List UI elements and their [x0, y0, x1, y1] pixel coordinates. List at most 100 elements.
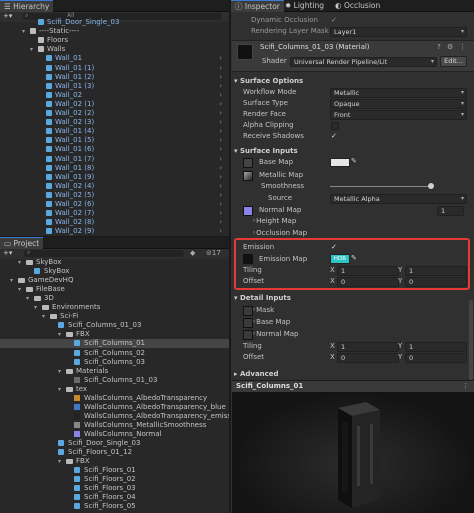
detail-tiling-x-input[interactable]: 1 — [337, 342, 399, 352]
foldout-arrow-icon[interactable]: ▾ — [58, 457, 64, 466]
foldout-arrow-icon[interactable]: ▾ — [10, 276, 16, 285]
hierarchy-row[interactable]: Wall_02 (8) › — [0, 218, 229, 227]
detail-offset-y-input[interactable]: 0 — [405, 353, 467, 363]
hierarchy-row[interactable]: Wall_02 › — [0, 91, 229, 100]
project-row[interactable]: Scifi_Columns_01_03 — [0, 376, 229, 385]
chevron-right-icon[interactable]: › — [219, 218, 222, 227]
foldout-arrow-icon[interactable]: ▾ — [18, 258, 24, 267]
chevron-right-icon[interactable]: › — [219, 182, 222, 191]
inspector-scrollbar[interactable] — [469, 300, 473, 380]
chevron-right-icon[interactable]: › — [219, 136, 222, 145]
chevron-right-icon[interactable]: › — [219, 82, 222, 91]
hierarchy-row[interactable]: Wall_02 (4) › — [0, 182, 229, 191]
model-preview-viewport[interactable] — [232, 392, 474, 513]
project-row[interactable]: Scifi_Floors_02 — [0, 475, 229, 484]
hierarchy-row[interactable]: Wall_02 (3) › — [0, 118, 229, 127]
chevron-right-icon[interactable]: › — [219, 127, 222, 136]
visibility-count[interactable]: ⊘17 — [206, 249, 221, 257]
hierarchy-row[interactable]: Wall_02 (5) › — [0, 191, 229, 200]
project-row[interactable]: Scifi_Floors_05 — [0, 502, 229, 511]
project-search-input[interactable]: ⌕ — [24, 249, 184, 257]
hierarchy-row[interactable]: Scifi_Door_Single_03 — [0, 18, 229, 27]
hierarchy-row[interactable]: Wall_02 (6) › — [0, 200, 229, 209]
chevron-right-icon[interactable]: › — [219, 164, 222, 173]
chevron-right-icon[interactable]: › — [219, 54, 222, 63]
hierarchy-row[interactable]: Floors — [0, 36, 229, 45]
project-row[interactable]: Scifi_Floors_03 — [0, 484, 229, 493]
smoothness-slider-handle[interactable] — [428, 183, 434, 189]
foldout-arrow-icon[interactable]: ▾ — [58, 385, 64, 394]
chevron-right-icon[interactable]: › — [219, 227, 222, 236]
normal-map-slot[interactable] — [243, 206, 253, 216]
chevron-right-icon[interactable]: › — [219, 109, 222, 118]
surface-inputs-header[interactable]: ▾ Surface Inputs — [234, 146, 466, 156]
chevron-right-icon[interactable]: › — [219, 100, 222, 109]
more-icon[interactable]: ⋮ — [459, 43, 466, 51]
project-row[interactable]: ▾ Sci-Fi — [0, 312, 229, 321]
project-row[interactable]: Scifi_Floors_01 — [0, 466, 229, 475]
tab-project[interactable]: ▭ Project — [0, 237, 44, 249]
hierarchy-row[interactable]: Wall_01 › — [0, 54, 229, 63]
shader-dropdown[interactable]: Universal Render Pipeline/Lit — [290, 57, 437, 67]
base-map-slot[interactable] — [243, 158, 253, 168]
project-row[interactable]: WallsColumns_AlbedoTransparency_emission — [0, 412, 229, 421]
foldout-arrow-icon[interactable]: ▾ — [42, 312, 48, 321]
project-row[interactable]: ▾ GameDevHQ — [0, 276, 229, 285]
project-row[interactable]: Scifi_Columns_01_03 — [0, 321, 229, 330]
chevron-right-icon[interactable]: › — [219, 209, 222, 218]
foldout-arrow-icon[interactable]: ▾ — [58, 330, 64, 339]
more-icon[interactable]: ⋮ — [462, 382, 469, 390]
hierarchy-row[interactable]: Wall_01 (4) › — [0, 127, 229, 136]
project-row[interactable]: SkyBox — [0, 267, 229, 276]
help-icon[interactable]: ? — [437, 43, 441, 51]
dynamic-occlusion-checkbox[interactable]: ✓ — [331, 17, 337, 24]
workflow-mode-dropdown[interactable]: Metallic — [330, 88, 467, 98]
tab-lighting[interactable]: ✹ Lighting — [281, 0, 328, 11]
surface-options-header[interactable]: ▾ Surface Options — [234, 76, 466, 86]
hierarchy-row[interactable]: Wall_01 (5) › — [0, 136, 229, 145]
foldout-arrow-icon[interactable]: ▾ — [22, 27, 28, 36]
project-row[interactable]: ▾ FileBase — [0, 285, 229, 294]
hierarchy-row[interactable]: Wall_02 (1) › — [0, 100, 229, 109]
source-dropdown[interactable]: Metallic Alpha — [330, 194, 467, 204]
hierarchy-row[interactable]: Wall_01 (3) › — [0, 82, 229, 91]
hierarchy-row[interactable]: Wall_01 (2) › — [0, 73, 229, 82]
settings-icon[interactable]: ⚙ — [447, 43, 453, 51]
chevron-right-icon[interactable]: › — [219, 64, 222, 73]
metallic-map-slot[interactable] — [243, 171, 253, 181]
hierarchy-row[interactable]: ▾ Walls — [0, 45, 229, 54]
project-row[interactable]: WallsColumns_AlbedoTransparency — [0, 394, 229, 403]
edit-shader-button[interactable]: Edit... — [440, 56, 467, 67]
eyedropper-icon[interactable]: ✎ — [351, 157, 357, 165]
project-row[interactable]: ▾ FBX — [0, 330, 229, 339]
chevron-right-icon[interactable]: › — [219, 200, 222, 209]
chevron-right-icon[interactable]: › — [219, 118, 222, 127]
offset-y-input[interactable]: 0 — [405, 277, 467, 287]
foldout-arrow-icon[interactable]: ▾ — [30, 45, 36, 54]
chevron-right-icon[interactable]: › — [219, 191, 222, 200]
chevron-right-icon[interactable]: › — [219, 91, 222, 100]
project-row[interactable]: Scifi_Columns_02 — [0, 349, 229, 358]
filter-icon[interactable]: ◆ — [190, 249, 195, 257]
foldout-arrow-icon[interactable]: ▾ — [34, 303, 40, 312]
project-row[interactable]: ▾ tex — [0, 385, 229, 394]
project-row[interactable]: ▾ Environments — [0, 303, 229, 312]
project-row[interactable]: WallsColumns_MetallicSmoothness — [0, 421, 229, 430]
hierarchy-row[interactable]: Wall_01 (9) › — [0, 173, 229, 182]
project-row[interactable]: Scifi_Door_Single_03 — [0, 439, 229, 448]
receive-shadows-checkbox[interactable]: ✓ — [331, 133, 337, 140]
project-row[interactable]: WallsColumns_AlbedoTransparency_blue — [0, 403, 229, 412]
project-row[interactable]: ▾ SkyBox — [0, 258, 229, 267]
hierarchy-row[interactable]: Wall_02 (7) › — [0, 209, 229, 218]
render-face-dropdown[interactable]: Front — [330, 110, 467, 120]
tab-inspector[interactable]: ⓘ Inspector — [231, 0, 284, 12]
rendering-layer-dropdown[interactable]: Layer1 — [330, 27, 467, 37]
tab-hierarchy[interactable]: ☰ Hierarchy — [0, 0, 54, 12]
offset-x-input[interactable]: 0 — [337, 277, 399, 287]
project-row[interactable]: WallsColumns_Normal — [0, 430, 229, 439]
foldout-arrow-icon[interactable]: ▾ — [58, 367, 64, 376]
alpha-clipping-checkbox[interactable] — [331, 122, 339, 130]
chevron-right-icon[interactable]: › — [219, 73, 222, 82]
project-row[interactable]: ▾ Materials — [0, 367, 229, 376]
hierarchy-row[interactable]: Wall_01 (7) › — [0, 155, 229, 164]
